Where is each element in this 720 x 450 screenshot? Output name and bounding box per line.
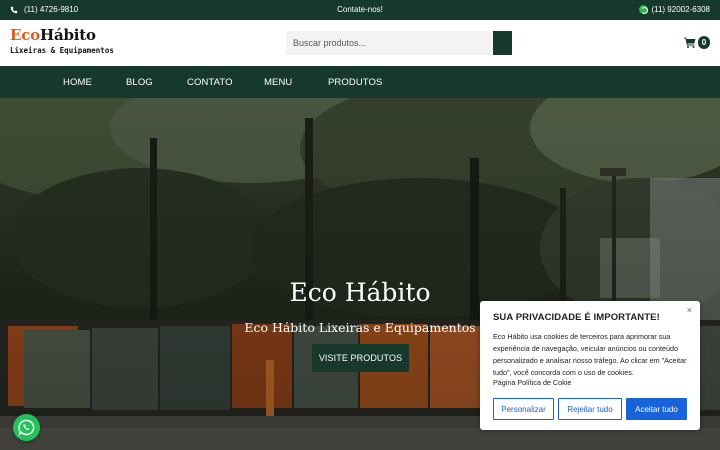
cart-count-badge: 0 <box>698 36 710 49</box>
topbar-contact-link[interactable]: Contate-nos! <box>337 5 383 14</box>
cart-button[interactable]: 0 <box>684 36 710 49</box>
site-header: EcoHábito Lixeiras & Equipamentos 0 <box>0 20 720 66</box>
cookie-body: Eco Hábito usa cookies de terceiros para… <box>493 332 687 377</box>
logo-habito: Hábito <box>39 26 96 44</box>
cart-icon <box>684 37 696 48</box>
visit-products-button[interactable]: VISITE PRODUTOS <box>312 344 409 372</box>
top-bar: (11) 4726-9810 Contate-nos! (11) 92002-6… <box>0 0 720 20</box>
main-nav: HOME BLOG CONTATO MENU PRODUTOS <box>0 66 720 98</box>
search-form <box>286 31 512 55</box>
search-button[interactable] <box>493 31 512 55</box>
topbar-whatsapp[interactable]: (11) 92002-6308 <box>639 5 710 14</box>
cookie-title: SUA PRIVACIDADE É IMPORTANTE! <box>493 312 660 323</box>
cookie-reject-button[interactable]: Rejeitar tudo <box>558 398 622 420</box>
search-input[interactable] <box>286 31 493 55</box>
nav-item-contato[interactable]: CONTATO <box>187 77 233 88</box>
site-logo[interactable]: EcoHábito Lixeiras & Equipamentos <box>10 28 114 56</box>
nav-item-home[interactable]: HOME <box>63 77 92 88</box>
cookie-customize-button[interactable]: Personalizar <box>493 398 554 420</box>
whatsapp-icon <box>639 5 649 14</box>
cookie-consent-dialog: × SUA PRIVACIDADE É IMPORTANTE! Eco Hábi… <box>480 301 700 430</box>
logo-eco: Eco <box>10 26 40 44</box>
nav-item-menu[interactable]: MENU <box>264 77 292 88</box>
logo-tagline: Lixeiras & Equipamentos <box>10 46 114 55</box>
whatsapp-icon <box>18 419 35 436</box>
logo-wordmark: EcoHábito <box>10 28 114 43</box>
cookie-policy-link[interactable]: Página Política de Cokie <box>493 378 571 387</box>
topbar-whatsapp-number: (11) 92002-6308 <box>651 5 710 14</box>
cookie-accept-button[interactable]: Aceitar tudo <box>626 398 687 420</box>
close-icon[interactable]: × <box>687 305 692 315</box>
nav-item-produtos[interactable]: PRODUTOS <box>328 77 382 88</box>
whatsapp-float-button[interactable] <box>13 414 40 441</box>
nav-item-blog[interactable]: BLOG <box>126 77 153 88</box>
